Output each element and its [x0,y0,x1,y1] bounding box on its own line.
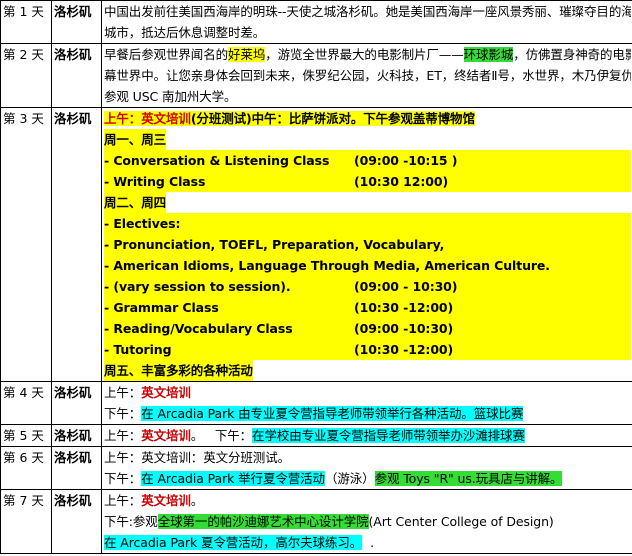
class-time: (09:00 -10:15 ) [354,153,458,168]
class-time: (09:00 -10:30) [354,321,454,336]
training-label: 英文培训 [141,493,191,508]
highlight-universal-studios: 环球影城 [463,47,514,62]
itinerary-row-day-2: 第 2 天 洛杉矶 早餐后参观世界闻名的好莱坞，游览全世界最大的电影制片厂——环… [0,43,632,108]
day-label: 第 4 天 [0,381,52,425]
itinerary-row-day-1: 第 1 天 洛杉矶 中国出发前往美国西海岸的明珠--天使之城洛杉矶。她是美国西海… [0,0,632,44]
detail-text: 上午： [104,385,142,400]
detail-line: 下午：在 Arcadia Park 由专业夏令营指导老师带领举行各种活动。篮球比… [104,403,631,424]
class-line: - Electives: [104,213,631,234]
itinerary-row-day-7: 第 7 天 洛杉矶 上午：英文培训。 下午:参观全球第一的帕沙迪娜艺术中心设计学… [0,489,632,554]
class-name: - Conversation & Listening Class [104,153,330,168]
day-detail: 上午：英文培训。 下午：在学校由专业夏令营指导老师带领举办沙滩排球赛 [101,424,632,447]
detail-line: 在 Arcadia Park 夏令营活动，高尔夫球练习。. [104,532,631,553]
city-label: 洛杉矶 [51,0,102,44]
class-time: (10:30 -12:00) [354,300,454,315]
detail-line: 参观 USC 南加州大学。 [104,89,237,104]
detail-line: 幕世界中。让您亲身体会回到未来，侏罗纪公园，火科技，ET，终结者Ⅱ号，水世界，木… [104,68,631,83]
class-line: - (vary session to session). (09:00 - 10:… [104,276,631,297]
detail-line: 下午:参观全球第一的帕沙迪娜艺术中心设计学院(Art Center Colleg… [104,511,631,532]
day-label: 第 1 天 [0,0,52,44]
itinerary-row-day-3: 第 3 天 洛杉矶 上午：英文培训(分班测试)中午：比萨饼派对。下午参观盖蒂博物… [0,107,632,382]
detail-text: 上午： [104,493,142,508]
day-label: 第 3 天 [0,107,52,382]
schedule-heading: 周五、丰富多彩的各种活动 [104,360,253,381]
class-line: - Writing Class (10:30 12:00) [104,171,631,192]
day-label: 第 7 天 [0,489,52,554]
class-line: - Grammar Class (10:30 -12:00) [104,297,631,318]
highlight-art-center: 全球第一的帕沙迪娜艺术中心设计学院 [157,514,369,529]
class-name: - Reading/Vocabulary Class [104,321,293,336]
city-label: 洛杉矶 [51,381,102,425]
detail-line: 中国出发前往美国西海岸的明珠--天使之城洛杉矶。她是美国西海岸一座风景秀丽、璀璨… [104,4,631,19]
class-line: - Tutoring (10:30 -12:00) [104,339,631,360]
class-time: (10:30 -12:00) [354,342,454,357]
itinerary-table: 第 1 天 洛杉矶 中国出发前往美国西海岸的明珠--天使之城洛杉矶。她是美国西海… [0,0,632,554]
detail-text: 下午:参观 [104,514,158,529]
class-line: - American Idioms, Language Through Medi… [104,255,631,276]
schedule-heading: 周二、周四 [104,192,166,213]
detail-line: 早餐后参观世界闻名的好莱坞，游览全世界最大的电影制片厂——环球影城，仿佛置身神奇… [104,44,631,65]
detail-text: 。 下午： [190,428,253,443]
city-label: 洛杉矶 [51,446,102,490]
highlight-hollywood: 好莱坞 [228,47,266,62]
detail-line: 上午：英文培训 [104,382,631,403]
detail-line: 下午：在 Arcadia Park 举行夏令营活动（游泳）参观 Toys "R"… [104,468,631,489]
highlight-activity: 在 Arcadia Park 夏令营活动，高尔夫球练习。 [104,535,363,550]
highlight-activity: 在 Arcadia Park 举行夏令营活动 [141,471,325,486]
itinerary-row-day-5: 第 5 天 洛杉矶 上午：英文培训。 下午：在学校由专业夏令营指导老师带领举办沙… [0,424,632,447]
day-detail: 早餐后参观世界闻名的好莱坞，游览全世界最大的电影制片厂——环球影城，仿佛置身神奇… [101,43,632,108]
day-detail: 上午：英文培训。 下午:参观全球第一的帕沙迪娜艺术中心设计学院(Art Cent… [101,489,632,554]
city-label: 洛杉矶 [51,489,102,554]
detail-text: 下午： [104,406,142,421]
itinerary-row-day-4: 第 4 天 洛杉矶 上午：英文培训 下午：在 Arcadia Park 由专业夏… [0,381,632,425]
detail-text: 上午： [104,428,142,443]
detail-text: 下午： [104,471,142,486]
schedule-heading: 周一、周三 [104,129,166,150]
detail-text: 上午： [104,111,142,126]
class-name: - (vary session to session). [104,279,291,294]
training-label: 英文培训 [141,385,191,400]
detail-text: ，游览全世界最大的电影制片厂—— [265,47,464,62]
highlight-activity: 在 Arcadia Park 由专业夏令营指导老师带领举行各种活动。篮球比赛 [141,406,524,421]
detail-line: 上午：英文培训：英文分班测试。 [104,450,291,465]
class-name: - Tutoring [104,342,172,357]
itinerary-row-day-6: 第 6 天 洛杉矶 上午：英文培训：英文分班测试。 下午：在 Arcadia P… [0,446,632,490]
class-line: - Reading/Vocabulary Class (09:00 -10:30) [104,318,631,339]
detail-text: . [370,535,375,550]
city-label: 洛杉矶 [51,43,102,108]
detail-text: (Art Center College of Design) [368,514,554,529]
training-label: 英文培训 [141,428,191,443]
day-detail: 上午：英文培训(分班测试)中午：比萨饼派对。下午参观盖蒂博物馆 周一、周三 - … [101,107,632,382]
detail-text: （游泳） [324,471,375,486]
day-label: 第 6 天 [0,446,52,490]
day-detail: 中国出发前往美国西海岸的明珠--天使之城洛杉矶。她是美国西海岸一座风景秀丽、璀璨… [101,0,632,44]
city-label: 洛杉矶 [51,107,102,382]
highlight-activity: 在学校由专业夏令营指导老师带领举办沙滩排球赛 [252,428,525,443]
class-line: - Pronunciation, TOEFL, Preparation, Voc… [104,234,631,255]
detail-line: 上午：英文培训。 [104,490,631,511]
detail-line: 上午：英文培训(分班测试)中午：比萨饼派对。下午参观盖蒂博物馆 [104,108,631,129]
day-label: 第 5 天 [0,424,52,447]
class-time: (09:00 - 10:30) [354,279,458,294]
class-time: (10:30 12:00) [354,174,449,189]
day-label: 第 2 天 [0,43,52,108]
training-label: 英文培训 [141,111,191,126]
detail-text: 。 [190,493,204,508]
day-detail: 上午：英文培训 下午：在 Arcadia Park 由专业夏令营指导老师带领举行… [101,381,632,425]
detail-text: 早餐后参观世界闻名的 [104,47,229,62]
detail-text: (分班测试)中午：比萨饼派对。下午参观盖蒂博物馆 [190,111,475,126]
detail-line: 城市，抵达后休息调整时差。 [104,25,266,40]
detail-text: 上午：英文培训(分班测试)中午：比萨饼派对。下午参观盖蒂博物馆 [104,111,475,126]
detail-line: 上午：英文培训。 下午：在学校由专业夏令营指导老师带领举办沙滩排球赛 [104,425,631,446]
city-label: 洛杉矶 [51,424,102,447]
detail-text: ，仿佛置身神奇的电影银 [513,47,631,62]
day-detail: 上午：英文培训：英文分班测试。 下午：在 Arcadia Park 举行夏令营活… [101,446,632,490]
class-line: - Conversation & Listening Class (09:00 -… [104,150,631,171]
class-name: - Grammar Class [104,300,219,315]
class-name: - Writing Class [104,174,206,189]
highlight-toys-r-us: 参观 Toys "R" us.玩具店与讲解。 [374,471,563,486]
